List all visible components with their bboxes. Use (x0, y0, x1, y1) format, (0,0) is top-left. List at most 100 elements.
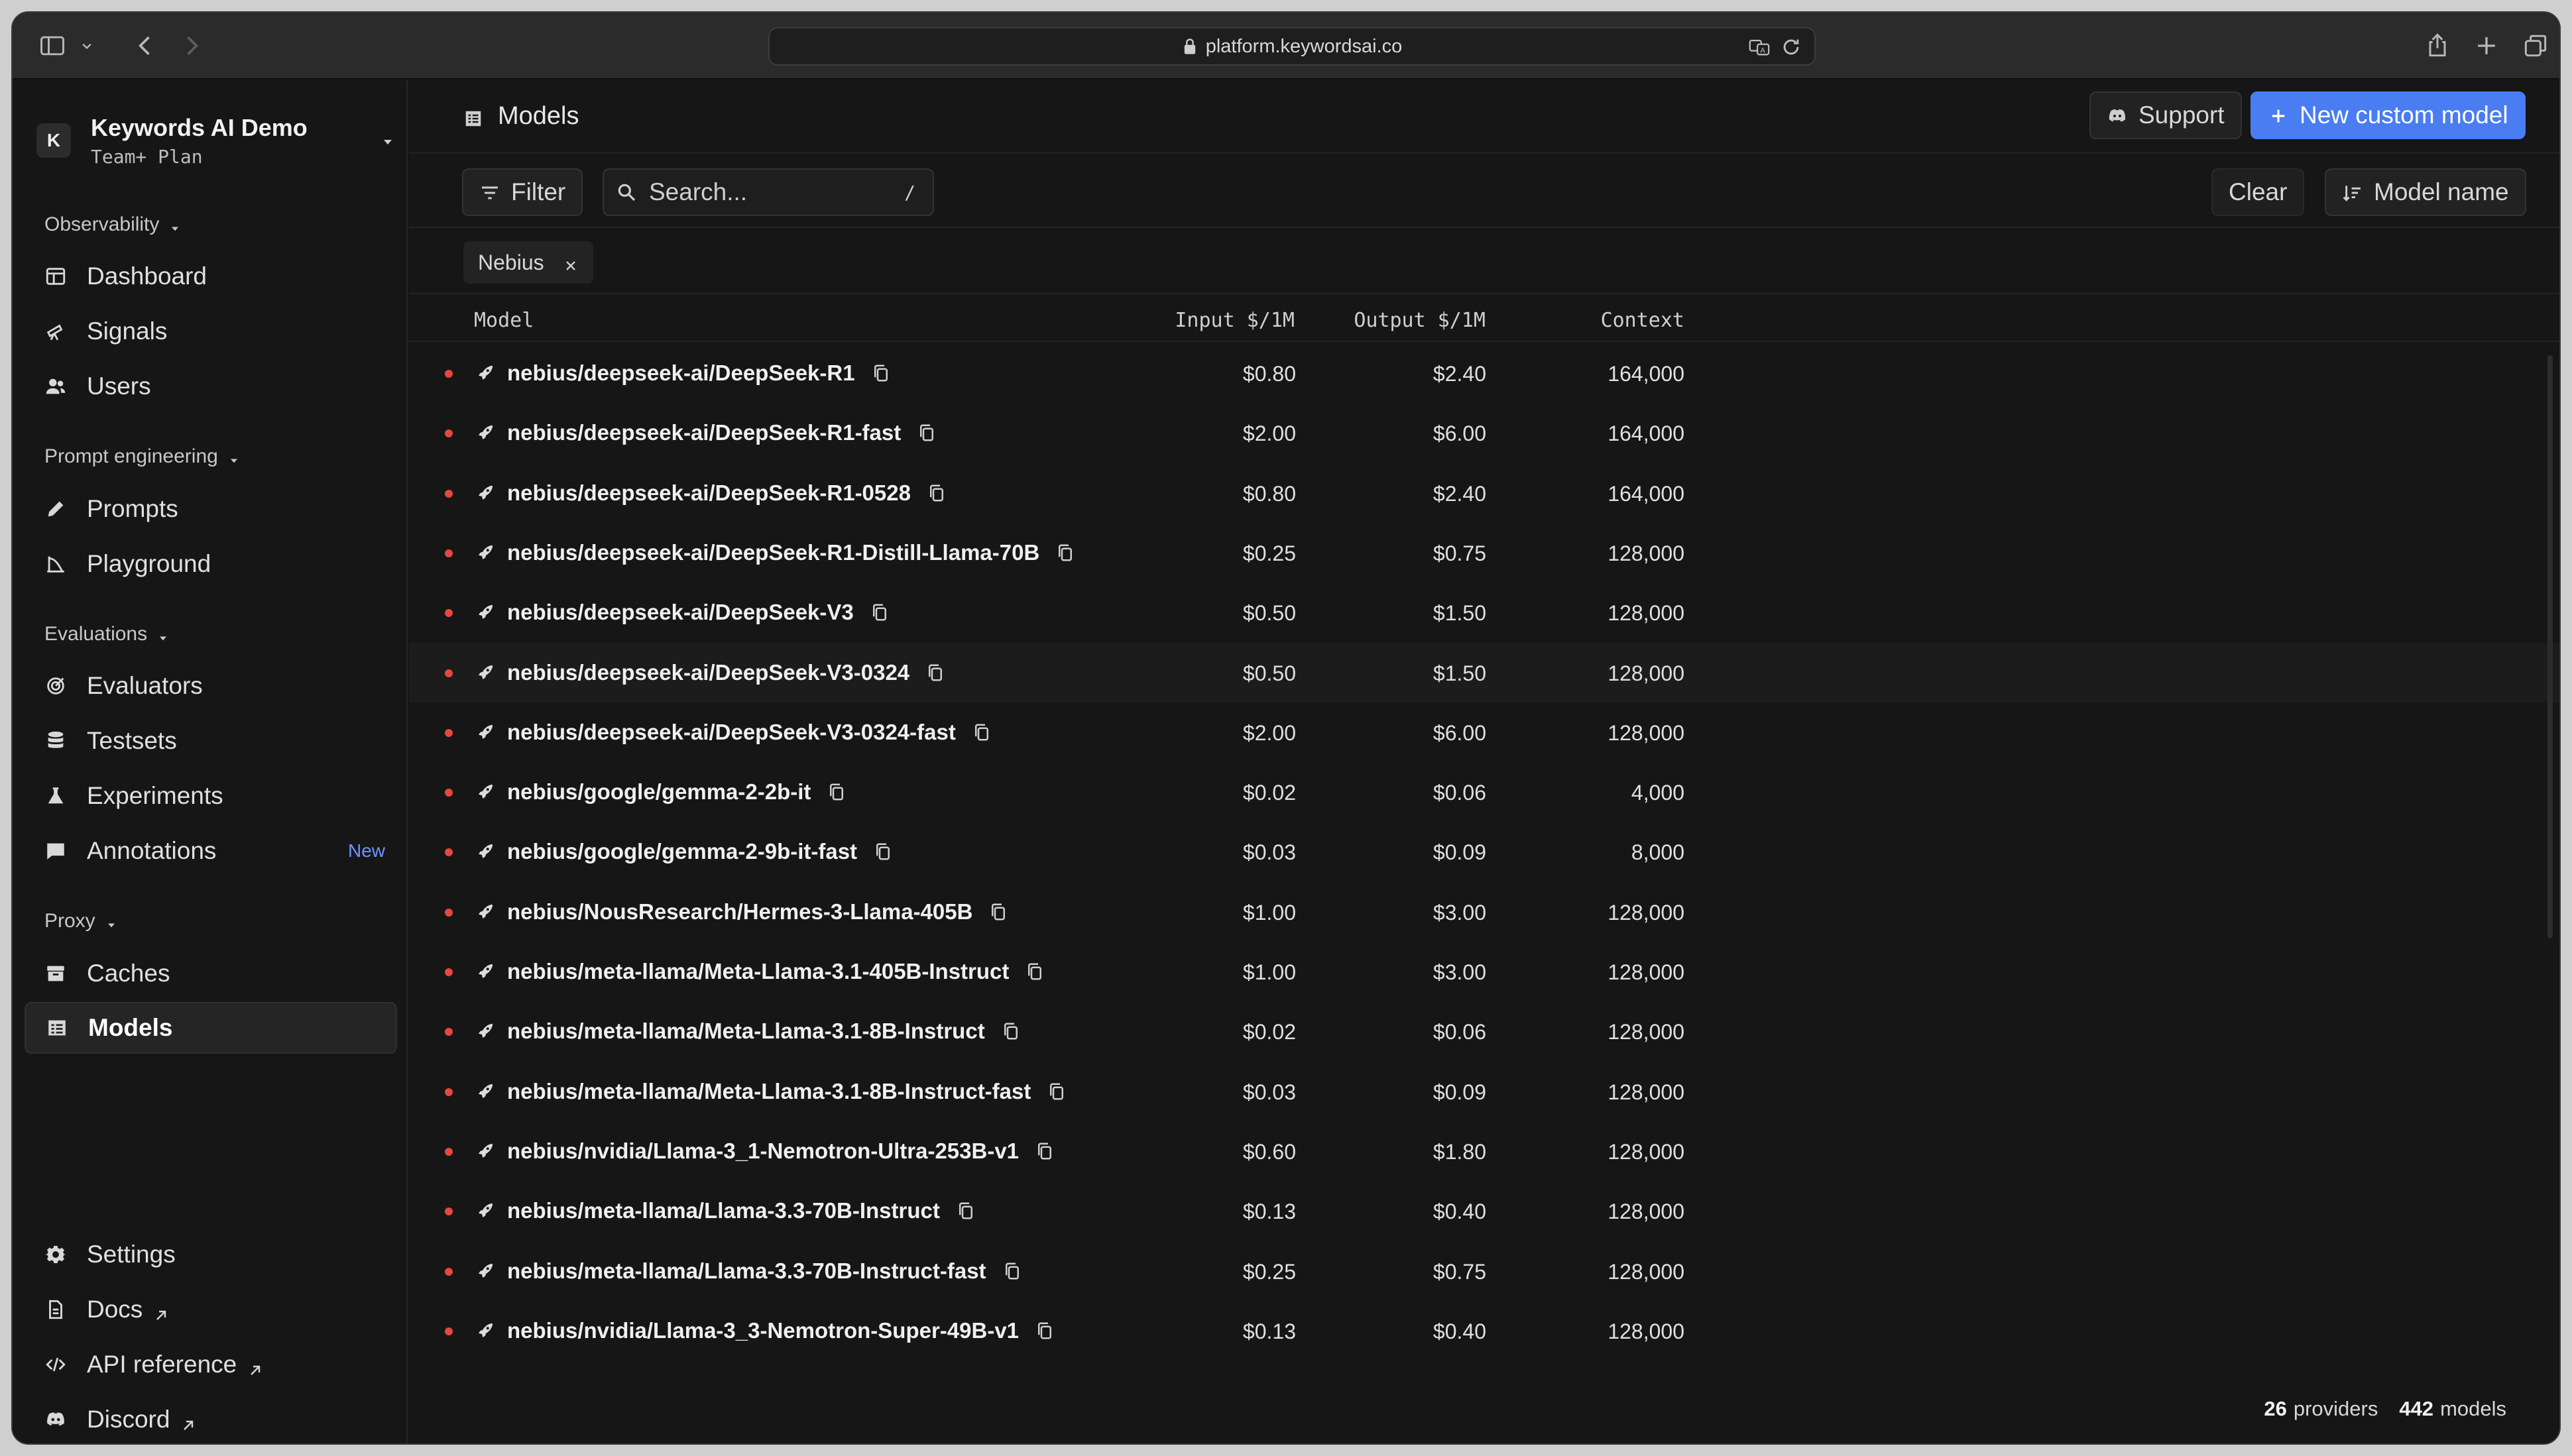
section-evaluations[interactable]: Evaluations (44, 623, 170, 645)
tab-overview-icon[interactable] (2521, 31, 2550, 60)
table-row[interactable]: nebius/meta-llama/Meta-Llama-3.1-8B-Inst… (409, 1062, 2559, 1121)
model-name-cell: nebius/deepseek-ai/DeepSeek-R1-Distill-L… (507, 540, 1075, 565)
sidebar-item-discord[interactable]: Discord (25, 1394, 397, 1443)
copy-icon[interactable] (873, 842, 893, 862)
table-row[interactable]: nebius/meta-llama/Meta-Llama-3.1-405B-In… (409, 942, 2559, 1001)
copy-icon[interactable] (917, 423, 937, 443)
table-row[interactable]: nebius/meta-llama/Llama-3.3-70B-Instruct… (409, 1181, 2559, 1241)
table-row[interactable]: nebius/deepseek-ai/DeepSeek-R1 $0.80 $2.40… (409, 343, 2559, 403)
copy-icon[interactable] (972, 722, 992, 742)
sidebar-item-evaluators[interactable]: Evaluators (25, 660, 397, 712)
sidebar-item-api-reference[interactable]: API reference (25, 1339, 397, 1390)
copy-icon[interactable] (827, 782, 847, 802)
address-bar[interactable]: platform.keywordsai.co A (768, 27, 1816, 66)
clear-label: Clear (2229, 178, 2288, 205)
copy-icon[interactable] (871, 363, 891, 383)
lock-icon (1182, 37, 1198, 56)
copy-icon[interactable] (1025, 962, 1045, 981)
model-icon (475, 1082, 495, 1101)
sidebar-item-prompts[interactable]: Prompts (25, 483, 397, 535)
new-custom-model-button[interactable]: New custom model (2250, 91, 2526, 139)
table-header: Model Input $/1M Output $/1M Context (409, 296, 2559, 342)
copy-icon[interactable] (927, 483, 947, 503)
model-name: nebius/meta-llama/Llama-3.3-70B-Instruct… (507, 1259, 986, 1283)
sidebar-item-dashboard[interactable]: Dashboard (25, 251, 397, 302)
copy-icon[interactable] (1002, 1261, 1022, 1281)
chevron-down-icon[interactable] (78, 31, 96, 60)
input-price: $0.80 (1242, 362, 1296, 386)
sidebar-item-playground[interactable]: Playground (25, 538, 397, 590)
table-row[interactable]: nebius/nvidia/Llama-3_1-Nemotron-Ultra-2… (409, 1121, 2559, 1181)
table-row[interactable]: nebius/deepseek-ai/DeepSeek-R1-0528 $0.80… (409, 463, 2559, 523)
table-row[interactable]: nebius/meta-llama/Llama-3.3-70B-Instruct… (409, 1241, 2559, 1301)
new-tab-icon[interactable] (2472, 31, 2501, 60)
copy-icon[interactable] (988, 902, 1008, 922)
column-header-input[interactable]: Input $/1M (1125, 309, 1295, 332)
column-header-output[interactable]: Output $/1M (1305, 309, 1486, 332)
table-row[interactable]: nebius/google/gemma-2-9b-it-fast $0.03 $0.… (409, 822, 2559, 881)
copy-icon[interactable] (1055, 543, 1075, 563)
sidebar-item-annotations[interactable]: Annotations New (25, 825, 397, 877)
model-icon (475, 842, 495, 862)
copy-icon[interactable] (925, 663, 945, 683)
output-price: $6.00 (1432, 421, 1486, 445)
model-icon (475, 602, 495, 622)
table-row[interactable]: nebius/meta-llama/Meta-Llama-3.1-8B-Inst… (409, 1001, 2559, 1061)
share-icon[interactable] (2423, 31, 2452, 60)
copy-icon[interactable] (956, 1201, 976, 1221)
copy-icon[interactable] (1047, 1082, 1067, 1101)
code-icon (44, 1353, 67, 1376)
section-observability[interactable]: Observability (44, 213, 182, 236)
model-icon (475, 1321, 495, 1341)
table-row[interactable]: nebius/nvidia/Llama-3_3-Nemotron-Super-4… (409, 1301, 2559, 1361)
sidebar-toggle-icon[interactable] (38, 31, 67, 60)
translate-icon[interactable]: A (1748, 36, 1771, 58)
table-row[interactable]: nebius/google/gemma-2-2b-it $0.02 $0.06 4,0… (409, 762, 2559, 822)
section-proxy[interactable]: Proxy (44, 910, 118, 932)
table-row[interactable]: nebius/deepseek-ai/DeepSeek-R1-Distill-L… (409, 523, 2559, 583)
sidebar-item-testsets[interactable]: Testsets (25, 715, 397, 767)
table-row[interactable]: nebius/deepseek-ai/DeepSeek-V3-0324 $0.50… (409, 643, 2559, 702)
column-header-context[interactable]: Context (1556, 309, 1684, 332)
annotation-icon (44, 840, 67, 862)
sidebar-item-docs[interactable]: Docs (25, 1284, 397, 1335)
section-label: Prompt engineering (44, 445, 218, 467)
workspace-switcher[interactable]: K Keywords AI Demo Team+ Plan (36, 109, 408, 172)
sidebar-item-settings[interactable]: Settings (25, 1229, 397, 1280)
context-size: 128,000 (1608, 661, 1684, 685)
copy-icon[interactable] (1035, 1321, 1055, 1341)
sidebar-item-caches[interactable]: Caches (25, 948, 397, 999)
column-header-model[interactable]: Model (474, 309, 534, 332)
sidebar-item-experiments[interactable]: Experiments (25, 770, 397, 822)
support-button[interactable]: Support (2089, 91, 2242, 139)
model-name-cell: nebius/NousResearch/Hermes-3-Llama-405B (507, 899, 1008, 924)
copy-icon[interactable] (870, 602, 890, 622)
search-input[interactable] (649, 178, 888, 206)
clear-button[interactable]: Clear (2211, 168, 2305, 216)
section-prompt-engineering[interactable]: Prompt engineering (44, 445, 241, 468)
search-box[interactable]: / (603, 168, 934, 216)
model-name: nebius/deepseek-ai/DeepSeek-V3-0324-fast (507, 720, 956, 744)
filter-button[interactable]: Filter (462, 168, 583, 216)
scrollbar[interactable] (2547, 355, 2553, 938)
sidebar-item-users[interactable]: Users (25, 361, 397, 412)
filter-chip-label: Nebius (478, 250, 544, 274)
sidebar-item-models[interactable]: Models (25, 1002, 397, 1054)
table-row[interactable]: nebius/NousResearch/Hermes-3-Llama-405B $… (409, 882, 2559, 942)
close-icon[interactable] (563, 254, 579, 270)
sidebar-item-label: Annotations (87, 837, 217, 864)
sidebar-item-label: Discord (87, 1406, 170, 1433)
model-name: nebius/nvidia/Llama-3_3-Nemotron-Super-4… (507, 1318, 1020, 1343)
copy-icon[interactable] (1035, 1141, 1055, 1161)
context-size: 128,000 (1608, 901, 1684, 924)
sidebar-item-signals[interactable]: Signals (25, 306, 397, 357)
table-row[interactable]: nebius/deepseek-ai/DeepSeek-V3-0324-fast… (409, 702, 2559, 762)
sort-button[interactable]: Model name (2325, 168, 2526, 216)
copy-icon[interactable] (1001, 1021, 1021, 1041)
forward-icon[interactable] (177, 31, 206, 60)
reload-icon[interactable] (1780, 36, 1802, 58)
back-icon[interactable] (131, 31, 160, 60)
table-row[interactable]: nebius/deepseek-ai/DeepSeek-V3 $0.50 $1.50… (409, 583, 2559, 642)
table-row[interactable]: nebius/deepseek-ai/DeepSeek-R1-fast $2.00… (409, 403, 2559, 463)
context-size: 128,000 (1608, 601, 1684, 625)
